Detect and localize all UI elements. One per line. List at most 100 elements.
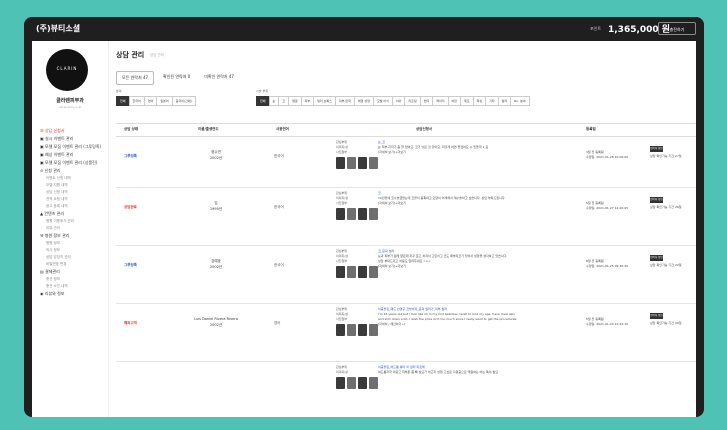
sidebar-item[interactable]: ◉ 리뷰와 정보 [40,290,106,298]
photo-thumbnail[interactable] [336,324,345,336]
sidebar-item[interactable]: 상담 담당자 관리 [40,254,106,261]
interest-label: 사진첨부 [336,259,348,263]
sidebar-item[interactable]: 병원 정보 [40,240,106,247]
photo-thumbnail[interactable] [336,377,345,389]
table-row[interactable]: 해외고객 Luis Daniel Rivera Rivera 2002년 영어 관심부위… [116,303,696,362]
table-row[interactable]: 그루밍족 정수연 2002년 한국어 관심부위 이미지/상 사진첨부 눈_코 눈 피부 지저가 … [116,136,696,188]
field-filter-button[interactable]: 중국어(간체) [171,96,196,106]
application-text: [자세히 보기]+더보기 [378,201,406,205]
sidebar-item[interactable]: 의사 정보 [40,247,106,254]
sidebar-item[interactable]: 병원 이용후기 관리 [40,218,106,225]
field-filter-button[interactable]: 한국어 [128,96,145,106]
field-filter-button[interactable]: 전체 [116,96,130,106]
table-row[interactable]: 관심부위 이미지/상 이중볼집_여드름 흉터 미 필러 피로해 여드름자국 이랑고 피… [116,361,696,417]
charge-button[interactable]: 충전하기 [658,22,696,35]
sidebar-item[interactable]: ▣ 모델 모집 이벤트 관리 (상품진) [40,159,106,167]
sidebar-item[interactable]: 상담 신청 내역 [40,189,106,196]
area-filter-button[interactable]: 피부 탄력 [334,96,355,106]
tab-confirmed-contacts[interactable]: 확인된 연락처 0 [158,71,195,85]
contact-period-note: 상담 확인가능 기간 26일 [650,205,682,209]
language: 한국어 [274,154,284,158]
customer-name: 강예호 [211,259,221,263]
browser-frame: (주)뷰티소셜 포인트 1,365,000 원 충전하기 CLARIN 클라렌피… [24,17,704,417]
sidebar-item[interactable]: ▣ 예상 이벤트 관리 [40,151,106,159]
header-language: 사용언어 [276,127,289,131]
photo-thumbnail[interactable] [358,266,367,278]
photo-thumbnail[interactable] [347,377,356,389]
photo-thumbnail[interactable] [336,266,345,278]
interest-label: 사진첨부 [336,317,348,321]
area-filter-button[interactable]: 제모 [460,96,474,106]
area-filter-button[interactable]: 레이저 [432,96,449,106]
contact-confirm-button[interactable]: 연락처 확인 [650,197,663,203]
sidebar-item[interactable]: 광고 등록 내역 [40,203,106,210]
application-text: [자세히 보기]+더보기 [378,264,406,268]
filter-field-label: 분야 [116,89,122,93]
birth-year: 2002년 [209,265,223,269]
area-filter-button[interactable]: 체형 성형 [353,96,374,106]
language: 한국어 [274,263,284,267]
application-content: 코 10년전에 코수술했었는데 코끝이 뭉툭하고 모양이 어색해서 재수술하고 싶… [378,191,578,206]
status-label: 그루밍족 [124,263,137,267]
sidebar-item[interactable]: ☰ 상담 신청서 [40,127,106,135]
table-row[interactable]: 그루밍족 강예호 2002년 한국어 관심부위 이미지/상 사진첨부 코_윤곽 필러 눈과 피부… [116,245,696,304]
tab-unconfirmed-contacts[interactable]: 미확인 연락처 47 [199,71,239,85]
area-filter-button[interactable]: 리프팅 [404,96,421,106]
photo-thumbnail[interactable] [369,377,378,389]
photo-thumbnail[interactable] [347,208,356,220]
sidebar-item[interactable]: 충전 정보 [40,276,106,283]
sidebar-item[interactable]: 리뷰 관리 [40,225,106,232]
photo-thumbnail[interactable] [369,157,378,169]
sidebar-item[interactable]: 충전 소진 내역 [40,283,106,290]
area-filter-button[interactable]: 얼굴 [288,96,302,106]
area-filter-button[interactable]: 필러 [497,96,512,106]
tab-all-contacts[interactable]: 모든 연락처 47 [116,71,155,85]
sidebar-item[interactable]: 비밀번호 변경 [40,261,106,268]
status-label: 그루밍족 [124,154,137,158]
sidebar-item[interactable]: ▲ 컨텐츠 관리 [40,210,106,218]
field-filter-button[interactable]: 일본어 [156,96,173,106]
sidebar-item[interactable]: ▤ 결제관리 [40,268,106,276]
photo-thumbnail[interactable] [347,266,356,278]
application-content: 눈_코 눈 피부 지저가 좀 잘 없어요. 코가 낮은 것 같아요. 피할게 하면… [378,140,578,155]
photo-thumbnail[interactable] [358,377,367,389]
area-filter-button[interactable]: 기타 [485,96,499,106]
area-filter-button[interactable]: 비만 [447,96,462,106]
contact-confirm-button[interactable]: 연락처 확인 [650,313,663,319]
contact-confirm-button[interactable]: 연락처 확인 [650,255,663,261]
contact-confirm-button[interactable]: 연락처 확인 [650,146,663,152]
photo-thumbnail[interactable] [369,208,378,220]
photo-thumbnail[interactable] [358,324,367,336]
photo-thumbnail[interactable] [347,157,356,169]
field-filter-button[interactable]: 영어 [143,96,158,106]
photo-thumbnail[interactable] [358,208,367,220]
customer-name: Luis Daniel Rivera Rivera [194,317,238,321]
photo-strip [336,377,378,389]
area-filter-button[interactable]: 필러·보톡스 [313,96,336,106]
area-filter-button[interactable]: No. 분야 [510,96,530,106]
sidebar-item[interactable]: 견적 요청 내역 [40,196,106,203]
sidebar-item[interactable]: ⚒ 병원 정보 관리 [40,232,106,240]
main-content: 상담 관리 상담 관리 모든 연락처 47 확인된 연락처 0 미확인 연락처 … [116,41,696,417]
photo-thumbnail[interactable] [369,266,378,278]
birth-year: 2002년 [209,323,223,327]
sidebar-item[interactable]: ⊙ 신청 관리 [40,167,106,175]
sidebar-item[interactable]: ▣ 모델 모집 이벤트 관리 (그루밍족) [40,143,106,151]
area-filter-button[interactable]: 쁘띠 [419,96,434,106]
photo-thumbnail[interactable] [358,157,367,169]
application-content: 이중볼집_패드 반영구 코방이지_윤곽 필러가_피부 필러 I'm 16 year… [378,307,578,327]
area-filter-button[interactable]: 왁싱 [472,96,487,106]
photo-thumbnail[interactable] [336,157,345,169]
photo-thumbnail[interactable] [336,208,345,220]
photo-thumbnail[interactable] [369,324,378,336]
sidebar-item[interactable]: ▣ 실시 이벤트 관리 [40,135,106,143]
photo-thumbnail[interactable] [347,324,356,336]
sidebar-item[interactable]: 모델 지원 내역 [40,182,106,189]
table-row[interactable]: 상담완료 임 1995년 한국어 관심부위 이미지/상 사진첨부 코 10년전에 코수술했었는데… [116,187,696,246]
area-filter-button[interactable]: 전체 [256,96,270,106]
area-filter-button[interactable]: 치아 [391,96,406,106]
area-filter-button[interactable]: 모발 이식 [372,96,393,106]
area-filter-button[interactable]: 피부 [300,96,315,106]
clinic-name: 클라렌피부과 [56,98,84,104]
sidebar-item[interactable]: 이벤트 신청 내역 [40,175,106,182]
